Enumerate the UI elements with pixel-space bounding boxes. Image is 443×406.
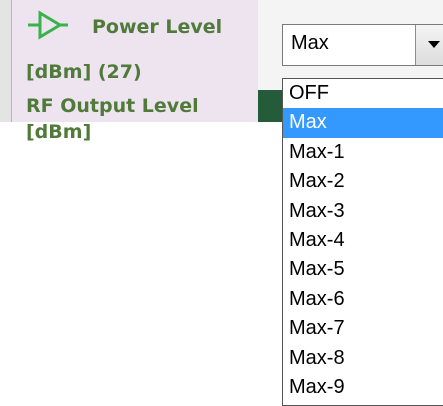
dropdown-option-max-2[interactable]: Max-2 <box>283 167 443 196</box>
rf-output-level-label-line1: RF Output Level <box>26 95 199 117</box>
dropdown-option-max-4[interactable]: Max-4 <box>283 226 443 255</box>
grid-left-border <box>0 0 12 122</box>
dropdown-option-max[interactable]: Max <box>283 108 443 138</box>
combobox-dropdown-button[interactable] <box>415 25 443 65</box>
combobox-value: Max <box>291 32 329 54</box>
rf-output-value-cell <box>258 90 282 122</box>
power-level-label-line2: [dBm] (27) <box>26 61 142 83</box>
power-level-combobox[interactable]: Max <box>282 24 443 66</box>
chevron-down-icon <box>428 41 440 48</box>
dropdown-option-max-7[interactable]: Max-7 <box>283 314 443 343</box>
triangle-right-icon[interactable] <box>28 10 68 40</box>
dropdown-option-max-8[interactable]: Max-8 <box>283 344 443 373</box>
dropdown-option-off[interactable]: OFF <box>283 79 443 108</box>
rf-output-level-label-line2: [dBm] <box>26 121 92 143</box>
dropdown-option-max-5[interactable]: Max-5 <box>283 255 443 284</box>
power-level-dropdown-list[interactable]: OFF Max Max-1 Max-2 Max-3 Max-4 Max-5 Max-6 Max-… <box>282 78 443 406</box>
dropdown-option-max-1[interactable]: Max-1 <box>283 138 443 167</box>
dropdown-option-max-6[interactable]: Max-6 <box>283 285 443 314</box>
dropdown-option-max-9[interactable]: Max-9 <box>283 373 443 402</box>
dropdown-option-max-3[interactable]: Max-3 <box>283 197 443 226</box>
power-level-label-line1: Power Level <box>92 16 223 38</box>
